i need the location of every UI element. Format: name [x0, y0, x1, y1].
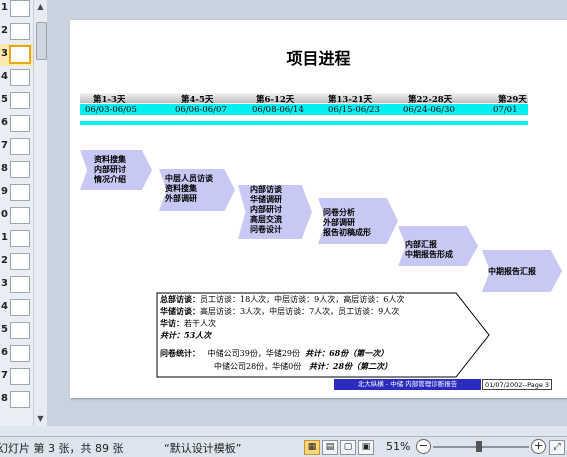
- date-bar: [80, 104, 528, 115]
- thumbnail-number: 3: [1, 278, 8, 289]
- thumbnail-number: 7: [1, 140, 8, 151]
- slide-thumbnail[interactable]: 2: [0, 251, 33, 273]
- slide-thumbnail[interactable]: 4: [0, 67, 33, 89]
- thumbnail-number: 5: [1, 94, 8, 105]
- footer-page-number: 01/07/2002--Page 3: [482, 379, 552, 390]
- thumbnail-number: 8: [1, 163, 8, 174]
- zoom-in-icon[interactable]: +: [531, 439, 546, 454]
- thumbnail-preview: [10, 253, 30, 270]
- thumbnail-preview: [10, 184, 30, 201]
- slide-thumbnail[interactable]: 8: [0, 389, 33, 411]
- slide-thumbnail[interactable]: 0: [0, 205, 33, 227]
- footer-org: 北大纵横 - 中储 内部管理诊断报告: [334, 379, 481, 390]
- process-step-3: 内部访谈 华储调研 内部研讨 高层交流 问卷设计: [250, 184, 282, 234]
- thumbnail-preview: [10, 69, 30, 86]
- slide-thumbnail[interactable]: 1: [0, 228, 33, 250]
- slide-thumbnail[interactable]: 3: [0, 44, 33, 66]
- thumbnail-number: 9: [1, 186, 8, 197]
- summary-line-interview: 总部访谈：员工访谈：18人次，中层访谈：9人次，高层访谈：6人次: [160, 294, 405, 304]
- thumbnail-preview: [10, 322, 30, 339]
- thumbnail-preview: [10, 138, 30, 155]
- thumbnail-preview: [10, 391, 30, 408]
- date-label: 06/03-06/05: [85, 105, 137, 115]
- slide-thumbnail[interactable]: 8: [0, 159, 33, 181]
- date-label: 06/15-06/23: [328, 105, 380, 115]
- slide-thumbnail[interactable]: 5: [0, 90, 33, 112]
- scroll-down-icon[interactable]: ▼: [34, 412, 47, 426]
- scroll-thumb[interactable]: [36, 22, 47, 60]
- template-name: “默认设计模板”: [164, 442, 242, 455]
- survey-line-2: 中储公司28份，华储0份 共计：28份（第二次）: [214, 361, 393, 371]
- phase-header-bar: [80, 93, 528, 103]
- slide-thumbnail[interactable]: 7: [0, 136, 33, 158]
- thumbnail-number: 6: [1, 347, 8, 358]
- zoom-out-icon[interactable]: −: [416, 439, 431, 454]
- status-bar: 幻灯片 第 3 张，共 89 张 “默认设计模板” ▦ ▤ ▢ ▣ 51% − …: [0, 436, 567, 457]
- slide-thumbnail-panel[interactable]: 1 2 3 4 5 6 7 8 9 0 1 2 3 4 5 6 7 8: [0, 0, 33, 426]
- thumbnail-preview: [10, 299, 30, 316]
- slide-thumbnail[interactable]: 4: [0, 297, 33, 319]
- thumbnail-number: 6: [1, 117, 8, 128]
- slide-thumbnail[interactable]: 6: [0, 113, 33, 135]
- survey-line-1: 问卷统计： 中储公司39份，华储29份 共计：68份（第一次）: [160, 348, 389, 358]
- slide-thumbnail[interactable]: 5: [0, 320, 33, 342]
- summary-box[interactable]: 总部访谈：员工访谈：18人次，中层访谈：9人次，高层访谈：6人次 华储访谈：高层…: [156, 292, 490, 378]
- thumbnail-number: 0: [1, 209, 8, 220]
- reading-view-icon[interactable]: ▢: [340, 440, 356, 455]
- thumbnail-preview: [10, 230, 30, 247]
- date-label: 06/24-06/30: [403, 105, 455, 115]
- thumbnail-preview: [10, 92, 30, 109]
- thumbnail-preview: [10, 23, 30, 40]
- thumbnail-number: 4: [1, 301, 8, 312]
- thumbnail-preview: [10, 161, 30, 178]
- thumbnail-preview: [10, 115, 30, 132]
- thumbnail-number: 2: [1, 255, 8, 266]
- process-step-4: 问卷分析 外部调研 报告初稿成形: [323, 207, 371, 237]
- zoom-level[interactable]: 51%: [386, 440, 410, 453]
- thumbnail-number: 7: [1, 370, 8, 381]
- summary-line-huachu: 华储访谈：高层访谈：3人次，中层访谈：7人次，员工访谈：9人次: [160, 306, 400, 316]
- thumbnail-preview: [10, 0, 30, 17]
- slide-thumbnail[interactable]: 9: [0, 182, 33, 204]
- date-label: 07/01: [493, 105, 518, 115]
- thumbnail-preview: [9, 45, 31, 64]
- thumbnail-preview: [10, 276, 30, 293]
- process-step-6: 中期报告汇报: [488, 266, 536, 276]
- slide-sorter-icon[interactable]: ▤: [322, 440, 338, 455]
- thumbnail-number: 4: [1, 71, 8, 82]
- slide-count-status: 幻灯片 第 3 张，共 89 张: [0, 442, 124, 455]
- fit-window-icon[interactable]: ⤢: [549, 440, 565, 455]
- cyan-divider: [80, 121, 528, 125]
- slide-thumbnail[interactable]: 1: [0, 0, 33, 20]
- thumbnail-preview: [10, 368, 30, 385]
- thumbnail-number: 3: [1, 48, 8, 59]
- thumbnail-preview: [10, 207, 30, 224]
- slide-title: 项目进程: [286, 49, 351, 68]
- thumbnail-number: 5: [1, 324, 8, 335]
- date-label: 06/06-06/07: [175, 105, 227, 115]
- date-label: 06/08-06/14: [252, 105, 304, 115]
- process-step-1: 资料搜集 内部研讨 情况介绍: [94, 154, 126, 184]
- summary-total: 共计：53人次: [160, 330, 212, 340]
- summary-line-zhongfang: 华访：若干人次: [160, 318, 216, 328]
- process-step-5: 内部汇报 中期报告形成: [405, 239, 453, 259]
- slide-thumbnail[interactable]: 2: [0, 21, 33, 43]
- normal-view-icon[interactable]: ▦: [304, 440, 320, 455]
- thumbnail-number: 1: [1, 2, 8, 13]
- slide-thumbnail[interactable]: 6: [0, 343, 33, 365]
- thumbnail-number: 2: [1, 25, 8, 36]
- slide-editing-area: 项目进程 第1-3天 第4-5天 第6-12天 第13-21天 第22-28天 …: [47, 0, 567, 426]
- thumbnail-number: 8: [1, 393, 8, 404]
- thumbnail-scrollbar[interactable]: ▲ ▼: [33, 0, 47, 426]
- thumbnail-preview: [10, 345, 30, 362]
- thumbnail-number: 1: [1, 232, 8, 243]
- slide-thumbnail[interactable]: 3: [0, 274, 33, 296]
- process-step-2: 中层人员访谈 资料搜集 外部调研: [165, 173, 213, 203]
- slide-canvas[interactable]: 项目进程 第1-3天 第4-5天 第6-12天 第13-21天 第22-28天 …: [70, 20, 567, 398]
- slideshow-icon[interactable]: ▣: [358, 440, 374, 455]
- zoom-slider-knob[interactable]: [476, 441, 482, 452]
- slide-thumbnail[interactable]: 7: [0, 366, 33, 388]
- scroll-up-icon[interactable]: ▲: [34, 0, 47, 14]
